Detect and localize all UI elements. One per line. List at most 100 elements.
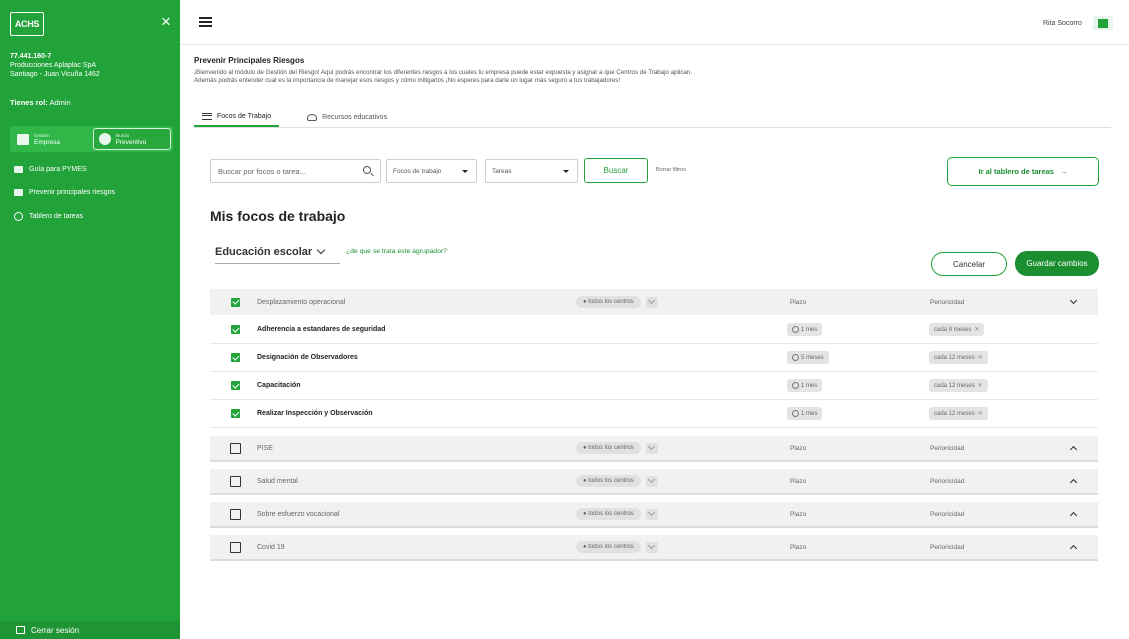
save-button[interactable]: Guardar cambios (1015, 251, 1099, 276)
mode-toggle: Gestión Empresa Mundo Preventivo (10, 126, 173, 152)
remove-icon[interactable]: ✕ (978, 383, 983, 389)
chevron-down-icon[interactable] (645, 296, 658, 308)
tareas-select[interactable]: Tareas (485, 159, 578, 183)
toggle-gestion-empresa[interactable]: Gestión Empresa (12, 128, 89, 150)
go-to-board-button[interactable]: Ir al tablero de tareas → (947, 157, 1099, 186)
group-header-row: Covid 19 ● todos los centros Plazo Perioric… (210, 535, 1098, 561)
search-input[interactable] (218, 166, 348, 176)
checkbox[interactable] (230, 508, 241, 520)
checkbox[interactable] (231, 409, 240, 418)
periodicidad-pill: cada 12 meses ✕ (929, 351, 988, 364)
centers-label: todos los centros (588, 445, 634, 451)
clock-icon (792, 354, 799, 361)
button-label: Ir al tablero de tareas (978, 167, 1054, 176)
role-value: Admin (49, 98, 71, 107)
clock-icon (792, 326, 799, 333)
plazo-value: 1 mes (801, 382, 818, 389)
remove-icon[interactable]: ✕ (978, 355, 983, 361)
centers-selector: ● todos los centros (576, 475, 658, 487)
remove-icon[interactable]: ✕ (974, 327, 979, 333)
book-icon (14, 189, 23, 196)
sidebar-item-prevenir-riesgos[interactable]: Prevenir principales riesgos (14, 189, 115, 196)
menu-icon[interactable] (199, 17, 212, 27)
periodicidad-value: cada 12 meses (934, 411, 975, 417)
chevron-down-icon[interactable] (645, 541, 658, 553)
chevron-down-icon[interactable] (645, 475, 658, 487)
task-name: Realizar Inspección y Observación (257, 410, 373, 417)
tab-recursos-educativos[interactable]: Recursos educativos (299, 107, 395, 127)
building-icon (17, 133, 29, 145)
logout-label: Cerrar sesión (31, 625, 80, 635)
caret-down-icon (563, 170, 569, 173)
sidebar-item-guia-pymes[interactable]: Guía para PYMES (14, 166, 87, 173)
centers-selector: ● todos los centros (576, 296, 658, 308)
header-divider (180, 44, 1129, 45)
section-title: Mis focos de trabajo (210, 208, 346, 224)
periodicidad-header: Perioricidad (930, 298, 965, 306)
achs-logo: ACHS (10, 12, 44, 36)
building-icon[interactable] (1093, 16, 1113, 30)
checkbox[interactable] (230, 475, 241, 487)
plazo-value: 5 meses (801, 354, 824, 361)
plazo-header: Plazo (790, 510, 807, 518)
group-name: Covid 19 (257, 543, 285, 551)
toggle-label: Empresa (34, 139, 61, 146)
user-name[interactable]: Rita Socorro (1043, 20, 1082, 27)
search-icon[interactable] (363, 166, 371, 174)
checkbox[interactable] (231, 325, 240, 334)
chevron-up-icon[interactable] (1069, 445, 1078, 454)
plazo-pill[interactable]: 1 mes (787, 379, 823, 392)
periodicidad-header: Perioricidad (930, 543, 965, 551)
globe-icon (98, 133, 111, 145)
toggle-mundo-preventivo[interactable]: Mundo Preventivo (92, 128, 171, 150)
periodicidad-value: cada 12 meses (934, 355, 975, 361)
centers-selector: ● todos los centros (576, 442, 658, 454)
periodicidad-value: cada 8 meses (934, 327, 972, 333)
tab-label: Recursos educativos (322, 113, 388, 121)
chevron-down-icon[interactable] (645, 442, 658, 454)
checkbox[interactable] (231, 353, 240, 362)
group-select[interactable]: Educación escolar (215, 240, 340, 264)
sidebar-item-tablero-tareas[interactable]: Tablero de tareas (14, 212, 83, 221)
centers-selector: ● todos los centros (576, 541, 658, 553)
sidebar-item-label: Guía para PYMES (29, 166, 87, 173)
centers-label: todos los centros (588, 511, 634, 517)
plazo-pill[interactable]: 1 mes (787, 407, 823, 420)
toggle-small-label: Mundo (115, 133, 130, 138)
chevron-up-icon[interactable] (1069, 511, 1078, 520)
sidebar: ACHS × 77.441.160-7 Producciones Aplapla… (0, 0, 180, 639)
group-help-link[interactable]: ¿de que se trata este agrupador? (346, 248, 447, 255)
logout-button[interactable]: Cerrar sesión (0, 621, 180, 639)
periodicidad-header: Perioricidad (930, 510, 965, 518)
focos-select[interactable]: Focos de trabajo (386, 159, 477, 183)
chevron-up-icon[interactable] (1069, 544, 1078, 553)
centers-selector: ● todos los centros (576, 508, 658, 520)
checkbox[interactable] (230, 541, 241, 553)
close-sidebar-icon[interactable]: × (161, 13, 171, 30)
chevron-down-icon[interactable] (645, 508, 658, 520)
role-info: Tienes rol: Admin (10, 98, 71, 107)
checkbox[interactable] (230, 442, 241, 454)
tab-focos-trabajo[interactable]: Focos de Trabajo (194, 107, 280, 127)
periodicidad-pill: cada 12 meses ✕ (929, 379, 988, 392)
toggle-label: Preventivo (115, 139, 147, 146)
group-name: Salud mental (257, 477, 298, 485)
centers-pill: ● todos los centros (576, 296, 641, 308)
remove-icon[interactable]: ✕ (978, 411, 983, 417)
plazo-pill[interactable]: 1 mes (787, 323, 823, 336)
company-address: Santiago - Juan Vicuña 1462 (10, 71, 100, 78)
plazo-pill[interactable]: 5 meses (787, 351, 829, 364)
chevron-up-icon[interactable] (1069, 478, 1078, 487)
search-button[interactable]: Buscar (584, 158, 648, 183)
sidebar-item-label: Prevenir principales riesgos (29, 189, 115, 196)
table-row: Adherencia a estandares de seguridad 1 me… (210, 316, 1098, 344)
plazo-header: Plazo (790, 298, 807, 306)
centers-pill: ● todos los centros (576, 541, 641, 553)
clear-filters-link[interactable]: Borrar filtros (656, 167, 686, 173)
checkbox[interactable] (231, 381, 240, 390)
cancel-button[interactable]: Cancelar (931, 252, 1007, 276)
clock-icon (14, 212, 23, 221)
checkbox[interactable] (231, 297, 240, 307)
chevron-down-icon[interactable] (1069, 296, 1078, 305)
group-header-row: Salud mental ● todos los centros Plazo Peri… (210, 469, 1098, 495)
